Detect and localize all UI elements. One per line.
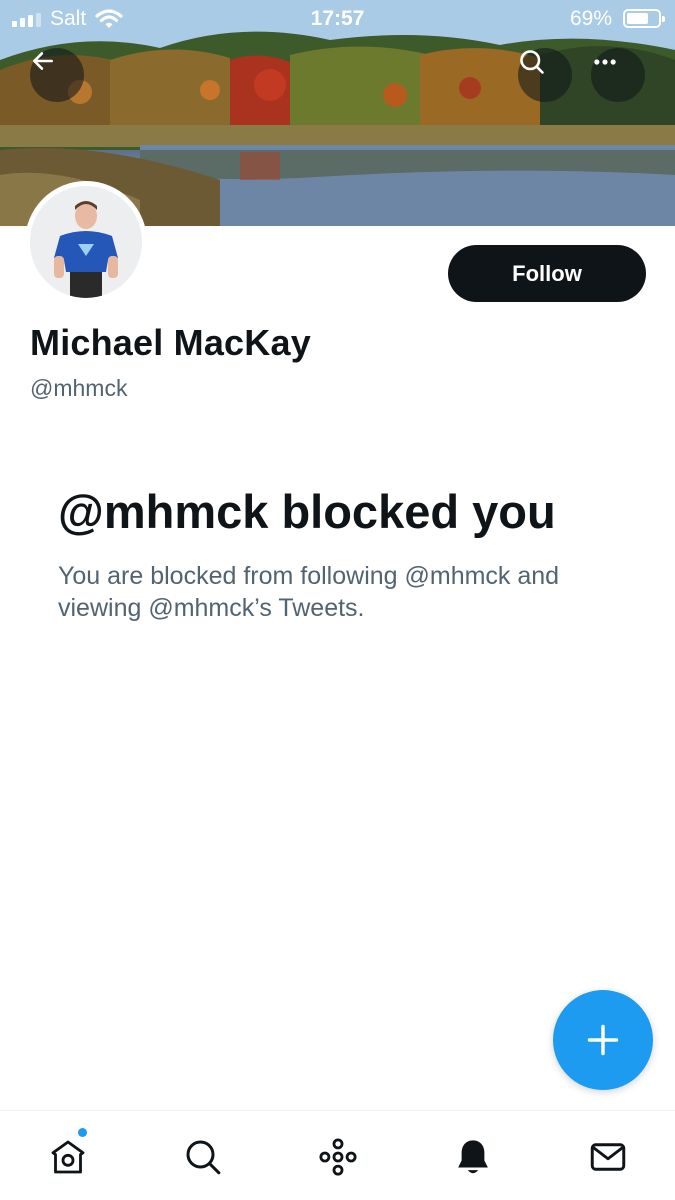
blocked-description: You are blocked from following @mhmck an…	[58, 562, 560, 622]
display-name: Michael MacKay	[30, 322, 311, 363]
follow-button[interactable]: Follow	[448, 245, 646, 302]
search-profile-button[interactable]	[518, 48, 572, 102]
home-icon	[51, 1140, 85, 1174]
nav-search[interactable]	[181, 1135, 225, 1179]
battery-percent: 69%	[570, 7, 613, 30]
spaces-icon	[319, 1138, 357, 1176]
avatar-image	[30, 186, 142, 298]
status-bar: Salt 17:57 69%	[0, 0, 675, 40]
nav-spaces[interactable]	[316, 1135, 360, 1179]
avatar[interactable]	[25, 181, 147, 303]
plus-icon	[587, 1024, 619, 1056]
compose-tweet-button[interactable]	[553, 990, 653, 1090]
bell-icon	[458, 1140, 488, 1174]
bottom-navigation	[0, 1110, 675, 1200]
home-notification-badge	[78, 1128, 87, 1137]
user-handle: @mhmck	[30, 375, 128, 401]
search-icon	[520, 50, 544, 74]
search-icon	[186, 1140, 221, 1175]
arrow-left-icon	[33, 52, 53, 70]
back-button[interactable]	[30, 48, 84, 102]
mail-icon	[590, 1143, 626, 1171]
more-horizontal-icon	[594, 59, 616, 65]
nav-home[interactable]	[46, 1135, 90, 1179]
blocked-title: @mhmck blocked you	[58, 485, 556, 538]
nav-notifications[interactable]	[451, 1135, 495, 1179]
nav-messages[interactable]	[586, 1135, 630, 1179]
more-options-button[interactable]	[591, 48, 645, 102]
battery-icon	[623, 9, 665, 28]
